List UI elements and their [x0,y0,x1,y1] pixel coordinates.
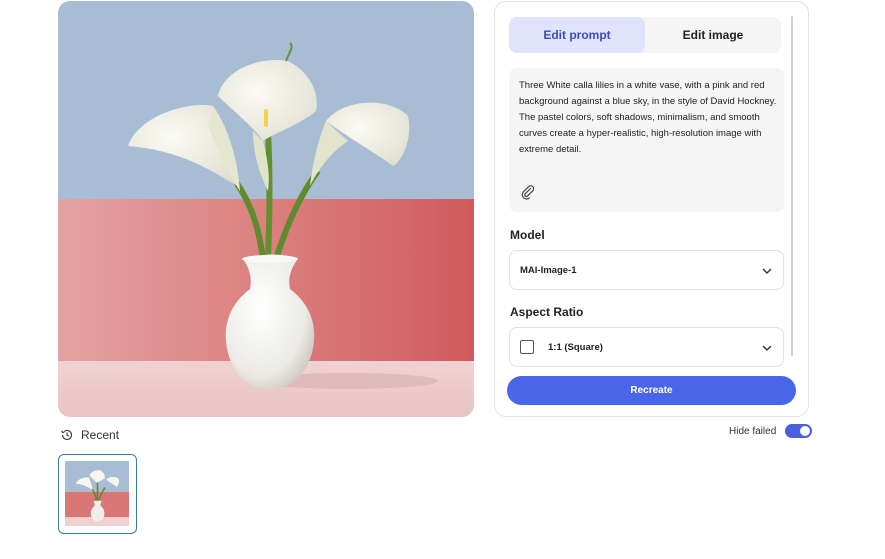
tab-edit-prompt[interactable]: Edit prompt [509,17,645,53]
hide-failed-control: Hide failed [729,424,813,438]
aspect-ratio-select[interactable]: 1:1 (Square) [509,327,784,367]
prompt-textarea[interactable]: Three White calla lilies in a white vase… [509,68,784,212]
chevron-down-icon [762,345,772,351]
chevron-down-icon [762,268,772,274]
recent-label: Recent [81,428,120,442]
hide-failed-toggle[interactable] [785,424,813,438]
tab-edit-image[interactable]: Edit image [645,17,781,53]
edit-panel: Edit prompt Edit image Three White calla… [494,1,809,417]
aspect-ratio-value: 1:1 (Square) [548,341,603,353]
aspect-ratio-label: Aspect Ratio [510,305,584,319]
hide-failed-label: Hide failed [729,425,777,437]
history-icon [61,429,73,441]
toggle-knob [800,426,811,436]
model-select[interactable]: MAI-Image-1 [509,250,784,290]
model-value: MAI-Image-1 [520,264,577,276]
recent-header[interactable]: Recent [60,426,119,444]
prompt-text: Three White calla lilies in a white vase… [519,80,777,155]
recreate-button[interactable]: Recreate [507,376,796,405]
recent-thumbnail[interactable] [58,454,137,534]
paperclip-icon[interactable] [519,183,537,201]
square-ratio-icon [520,340,534,354]
model-label: Model [510,228,545,242]
edit-tabs: Edit prompt Edit image [509,17,781,53]
panel-scrollbar[interactable] [791,16,793,356]
generated-image[interactable] [58,1,474,417]
